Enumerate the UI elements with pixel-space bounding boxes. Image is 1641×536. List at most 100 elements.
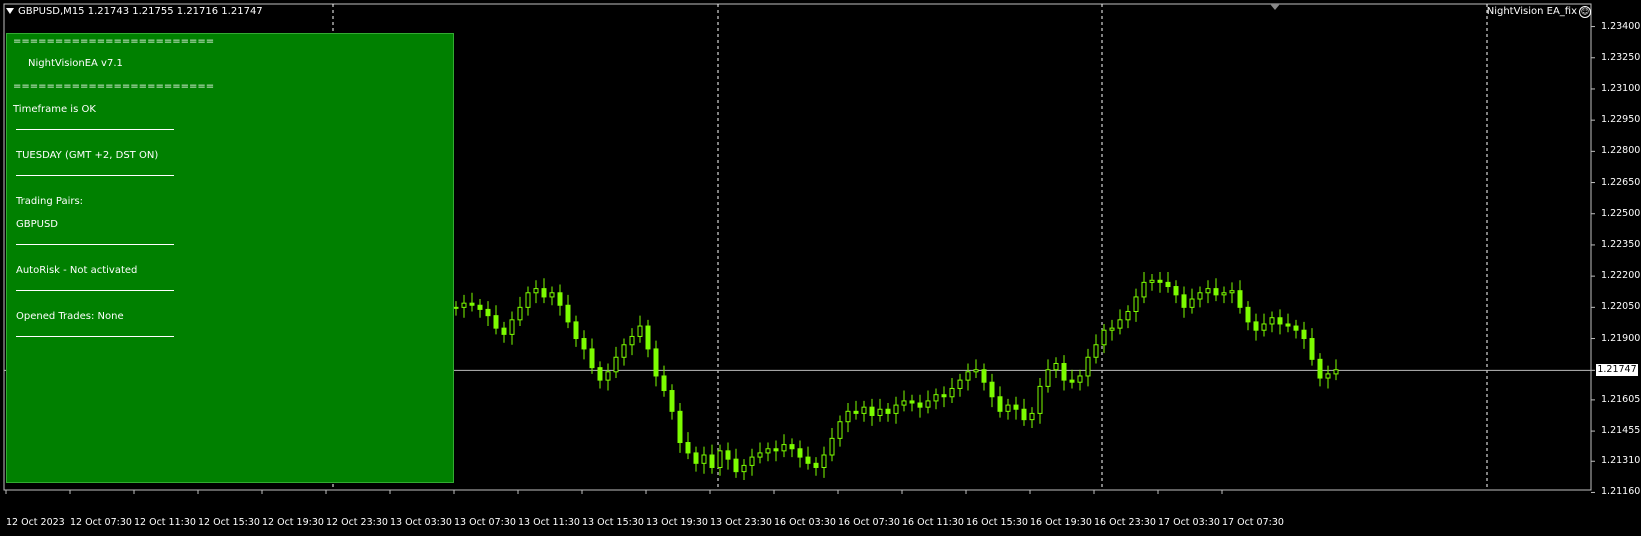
candle-body (773, 448, 779, 452)
time-axis-label: 13 Oct 23:30 (710, 517, 772, 528)
time-axis-label: 16 Oct 07:30 (838, 517, 900, 528)
autorisk-status: AutoRisk - Not activated (16, 265, 138, 276)
candle-body (717, 450, 723, 468)
price-axis-label: 1.23400 (1601, 20, 1641, 32)
candle-body (525, 292, 531, 308)
time-axis-label: 12 Oct 07:30 (70, 517, 132, 528)
symbol-info-bar[interactable]: GBPUSD,M15 1.21743 1.21755 1.21716 1.217… (6, 6, 263, 17)
candle-body (613, 356, 619, 373)
candle-body (685, 442, 691, 454)
time-axis-label: 17 Oct 07:30 (1222, 517, 1284, 528)
candle-body (1085, 356, 1091, 377)
smiley-icon[interactable]: ☺ (1579, 6, 1591, 18)
trading-pair: GBPUSD (16, 219, 59, 230)
candle-body (893, 404, 899, 414)
candle-body (1213, 288, 1219, 296)
candle-body (877, 408, 883, 416)
time-axis-label: 12 Oct 19:30 (262, 517, 324, 528)
price-axis-label: 1.21160 (1601, 486, 1641, 498)
time-axis-label: 13 Oct 07:30 (454, 517, 516, 528)
candle-body (517, 306, 523, 321)
candle-body (1325, 373, 1331, 379)
candle-body (1157, 279, 1163, 283)
candle-body (973, 369, 979, 373)
candle-body (493, 315, 499, 329)
candle-body (797, 448, 803, 458)
candle-body (1117, 319, 1123, 329)
price-axis-label: 1.22350 (1601, 238, 1641, 250)
candle-body (925, 400, 931, 408)
candle-body (541, 288, 547, 298)
candle-body (1229, 290, 1235, 294)
candle-body (589, 348, 595, 369)
candle-body (869, 406, 875, 416)
candle-body (701, 454, 707, 464)
time-axis-label: 12 Oct 11:30 (134, 517, 196, 528)
candle-body (1109, 327, 1115, 331)
time-axis-label: 13 Oct 03:30 (390, 517, 452, 528)
candle-body (605, 371, 611, 381)
candle-body (1181, 294, 1187, 308)
candle-body (1269, 317, 1275, 325)
candle-body (1173, 286, 1179, 296)
ea-name: NightVision EA_fix (1486, 6, 1577, 17)
candle-body (573, 321, 579, 340)
candle-body (1189, 298, 1195, 308)
chart-area[interactable]: GBPUSD,M15 1.21743 1.21755 1.21716 1.217… (0, 0, 1641, 536)
candle-body (477, 304, 483, 310)
panel-separator: ======================== (13, 36, 215, 47)
candle-body (941, 394, 947, 398)
candle-body (1197, 292, 1203, 300)
candle-body (965, 371, 971, 381)
candle-body (981, 369, 987, 383)
time-axis-label: 12 Oct 2023 (6, 517, 65, 528)
time-axis-label: 12 Oct 15:30 (198, 517, 260, 528)
candle-body (1221, 292, 1227, 296)
candle-body (501, 327, 507, 335)
panel-divider (16, 129, 174, 130)
candle-body (789, 444, 795, 450)
opened-trades: Opened Trades: None (16, 311, 124, 322)
candle-body (1285, 323, 1291, 327)
candle-body (557, 292, 563, 306)
time-axis-label: 13 Oct 15:30 (582, 517, 644, 528)
candle-body (653, 348, 659, 377)
time-axis-label: 13 Oct 11:30 (518, 517, 580, 528)
time-axis-label: 17 Oct 03:30 (1158, 517, 1220, 528)
expert-advisor-tag[interactable]: NightVision EA_fix ☺ (1487, 6, 1591, 18)
candle-body (845, 410, 851, 423)
candle-body (1125, 310, 1131, 321)
candle-body (1069, 379, 1075, 383)
candle-body (661, 375, 667, 392)
candle-body (629, 335, 635, 346)
candle-body (1149, 279, 1155, 283)
candle-body (1253, 321, 1259, 331)
candle-body (469, 302, 475, 306)
dropdown-triangle-icon[interactable] (6, 8, 14, 14)
candle-body (1101, 329, 1107, 346)
candle-body (933, 394, 939, 402)
candle-body (1093, 344, 1099, 358)
candle-body (805, 456, 811, 464)
candle-body (989, 381, 995, 398)
panel-divider (16, 175, 174, 176)
price-axis-label: 1.21900 (1601, 332, 1641, 344)
candle-body (1293, 325, 1299, 331)
candle-body (485, 308, 491, 317)
candle-body (1245, 306, 1251, 323)
candle-body (1141, 281, 1147, 298)
ea-info-panel: ======================== NightVisionEA v… (6, 33, 454, 483)
candle-body (1013, 404, 1019, 410)
candle-body (861, 406, 867, 414)
timeframe-status: Timeframe is OK (13, 104, 96, 115)
candle-body (549, 292, 555, 298)
candle-body (1133, 296, 1139, 312)
candle-body (885, 408, 891, 414)
candle-body (733, 458, 739, 473)
candle-body (565, 304, 571, 323)
candle-body (645, 325, 651, 350)
candle-body (637, 325, 643, 337)
current-price-tag: 1.21747 (1596, 364, 1638, 377)
price-axis-label: 1.21455 (1601, 425, 1641, 437)
candle-body (765, 448, 771, 454)
